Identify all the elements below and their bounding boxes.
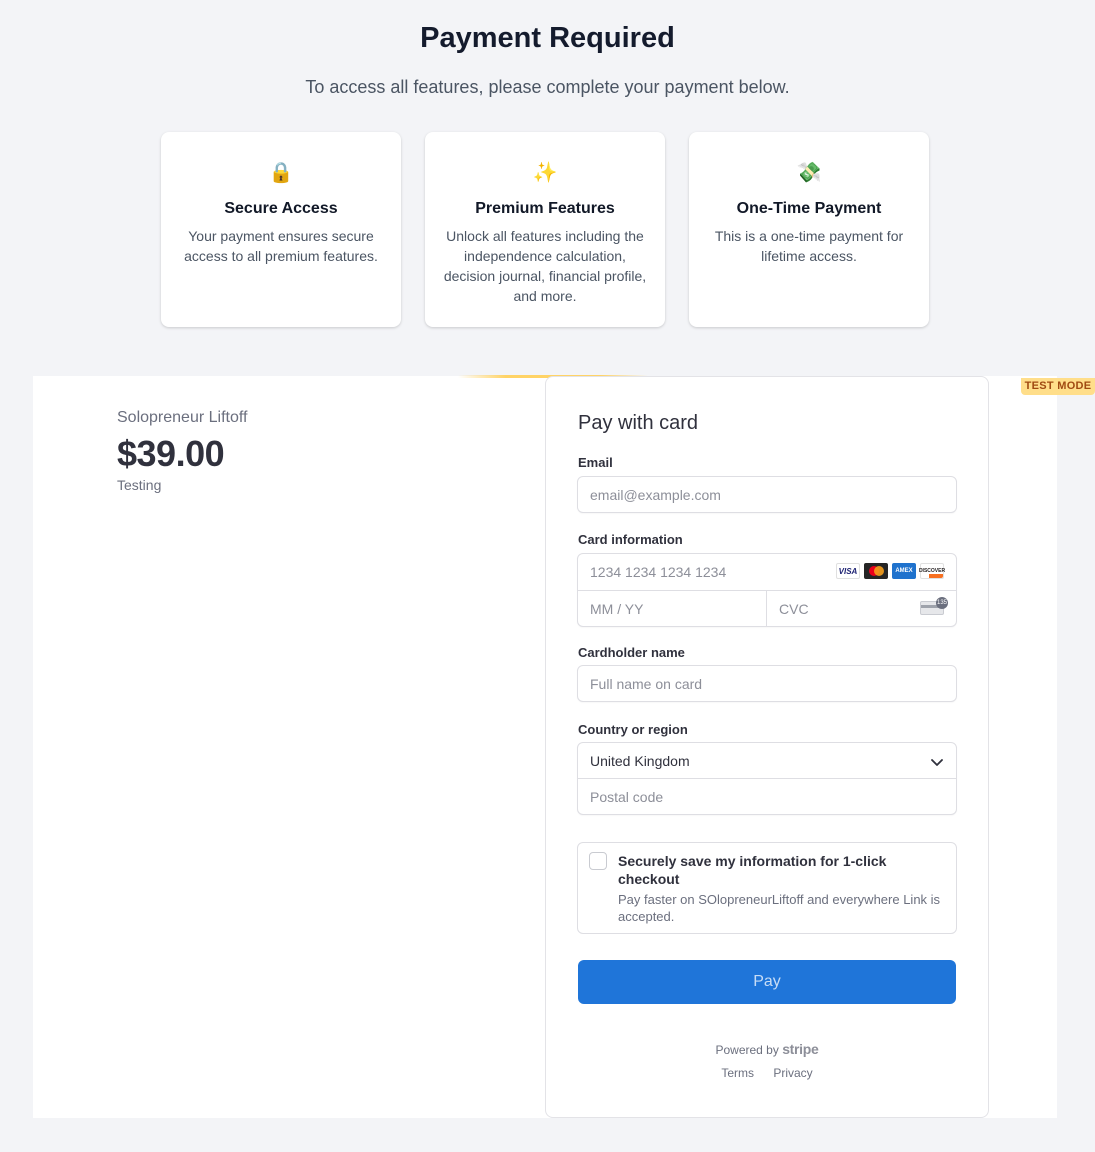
product-name: Solopreneur Liftoff xyxy=(117,409,248,426)
amex-icon: AMEX xyxy=(892,563,916,579)
card-information-label: Card information xyxy=(578,532,683,547)
chevron-down-icon xyxy=(931,759,943,766)
cvc-badge: 135 xyxy=(936,597,948,609)
payment-form: TEST MODE Pay with card Email Card infor… xyxy=(545,376,1095,1118)
product-description: Testing xyxy=(117,477,162,493)
feature-card-one-time-payment: 💸 One-Time Payment This is a one-time pa… xyxy=(689,132,929,327)
powered-by-stripe: Powered by stripe xyxy=(546,1041,988,1057)
save-info-title: Securely save my information for 1-click… xyxy=(618,853,887,887)
country-postal-group: United Kingdom xyxy=(577,742,957,815)
pay-with-card-title: Pay with card xyxy=(578,412,699,434)
cardholder-name-wrapper xyxy=(577,665,957,702)
money-wings-icon: 💸 xyxy=(796,162,822,184)
country-select[interactable]: United Kingdom xyxy=(578,743,956,779)
discover-icon: DISCOVER xyxy=(919,563,945,579)
card-information-group: VISA AMEX DISCOVER 135 xyxy=(577,553,957,627)
email-field-wrapper xyxy=(577,476,957,513)
email-label: Email xyxy=(578,455,613,470)
card-brand-logos: VISA AMEX DISCOVER xyxy=(836,563,945,579)
postal-code-field[interactable] xyxy=(578,779,956,815)
product-price: $39.00 xyxy=(117,433,225,474)
visa-icon: VISA xyxy=(836,563,860,579)
feature-title: Premium Features xyxy=(475,200,615,217)
feature-description: Unlock all features including the indepe… xyxy=(443,228,647,304)
feature-description: Your payment ensures secure access to al… xyxy=(184,228,378,264)
postal-code-wrapper xyxy=(578,779,956,815)
save-info-checkbox[interactable] xyxy=(589,852,607,870)
expiry-wrapper xyxy=(578,591,767,627)
country-label: Country or region xyxy=(578,722,688,737)
card-expiry-cvc-row: 135 xyxy=(578,590,956,627)
test-mode-badge: TEST MODE xyxy=(1021,378,1095,395)
cardholder-name-label: Cardholder name xyxy=(578,645,685,660)
country-value: United Kingdom xyxy=(590,753,690,769)
email-field[interactable] xyxy=(578,477,956,512)
stripe-logo: stripe xyxy=(782,1041,819,1057)
powered-by-label: Powered by xyxy=(715,1043,779,1057)
footer-links: Terms Privacy xyxy=(546,1066,988,1080)
feature-card-secure-access: 🔒 Secure Access Your payment ensures sec… xyxy=(161,132,401,327)
page-subtitle: To access all features, please complete … xyxy=(305,77,790,97)
sparkles-icon: ✨ xyxy=(532,162,558,184)
cvc-wrapper: 135 xyxy=(767,591,956,627)
page-title: Payment Required xyxy=(420,22,675,54)
feature-title: Secure Access xyxy=(224,200,338,217)
feature-description: This is a one-time payment for lifetime … xyxy=(714,228,904,264)
cvc-card-icon: 135 xyxy=(920,597,948,615)
expiry-field[interactable] xyxy=(578,591,766,627)
feature-card-premium-features: ✨ Premium Features Unlock all features i… xyxy=(425,132,665,327)
terms-link[interactable]: Terms xyxy=(721,1066,754,1080)
privacy-link[interactable]: Privacy xyxy=(773,1066,812,1080)
lock-icon: 🔒 xyxy=(268,162,294,184)
mastercard-icon xyxy=(864,563,888,579)
pay-button[interactable]: Pay xyxy=(578,960,956,1004)
save-info-description: Pay faster on SOlopreneurLiftoff and eve… xyxy=(618,892,941,924)
stripe-checkout: Solopreneur Liftoff $39.00 Testing TEST … xyxy=(33,375,1095,1118)
save-info-box: Securely save my information for 1-click… xyxy=(577,842,957,934)
cardholder-name-field[interactable] xyxy=(578,666,956,701)
feature-title: One-Time Payment xyxy=(736,200,882,217)
